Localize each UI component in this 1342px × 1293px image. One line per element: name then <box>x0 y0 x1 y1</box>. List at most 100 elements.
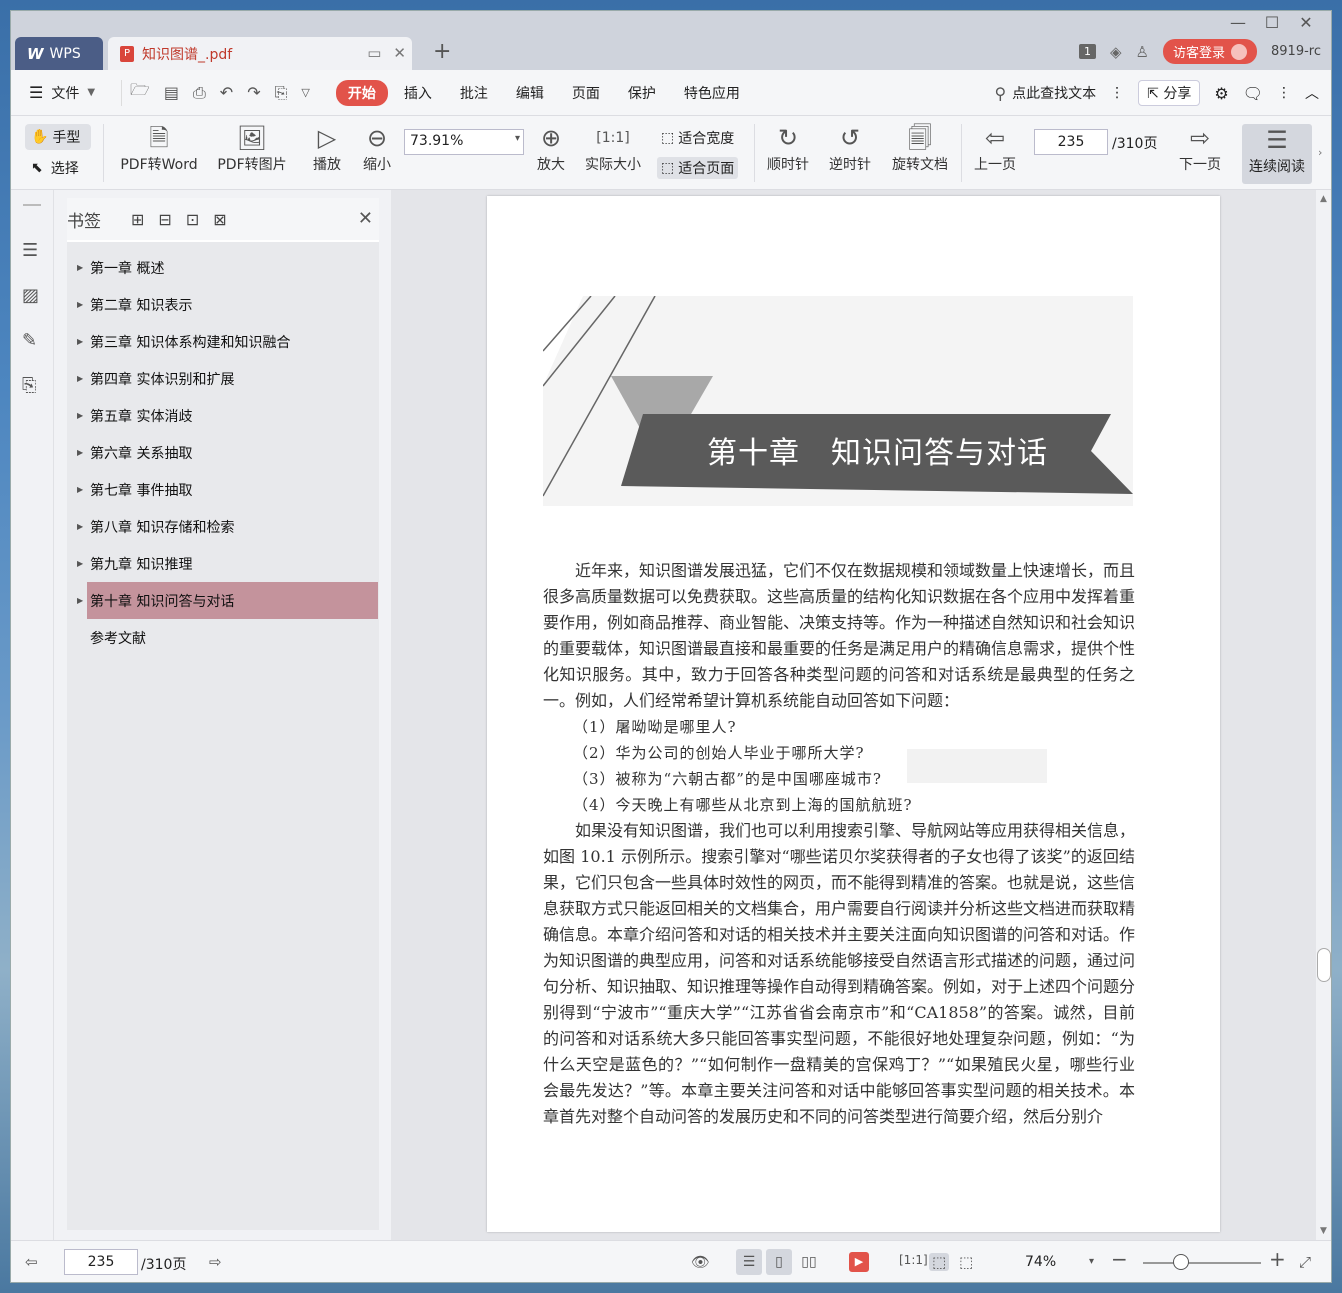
comment-icon[interactable]: 🗨 <box>1243 84 1263 103</box>
fit-page-status-icon[interactable]: ⬚ <box>929 1253 950 1271</box>
skin-icon[interactable]: ◈ <box>1110 43 1122 61</box>
bookmark-options-icon[interactable]: ⊠ <box>213 210 226 229</box>
maximize-icon[interactable]: ☐ <box>1255 13 1289 37</box>
rotate-document-button[interactable]: 🗐 旋转文档 <box>887 122 953 174</box>
scroll-down-icon[interactable]: ▼ <box>1320 1226 1327 1236</box>
zoom-out-button[interactable]: ⊖ 缩小 <box>357 122 397 174</box>
expand-arrow-icon[interactable]: ▶ <box>77 448 83 457</box>
bookmark-item[interactable]: ▶ 第四章 实体识别和扩展 <box>67 360 379 397</box>
zoom-slider-knob[interactable] <box>1173 1254 1189 1270</box>
fit-page-button[interactable]: ⬚ 适合页面 <box>657 157 739 179</box>
actual-size-status-icon[interactable]: [1:1] <box>899 1253 928 1267</box>
bookmark-item[interactable]: ▶ 第七章 事件抽取 <box>67 471 379 508</box>
expand-arrow-icon[interactable]: ▶ <box>77 300 83 309</box>
undo-icon[interactable]: ↶ <box>220 83 233 102</box>
bookmark-item[interactable]: ▶ 第九章 知识推理 <box>67 545 379 582</box>
rotate-clockwise-button[interactable]: ↻ 顺时针 <box>761 122 815 174</box>
play-button[interactable]: ▷ 播放 <box>307 122 347 174</box>
bookmark-item-selected[interactable]: ▶ 第十章 知识问答与对话 <box>77 582 378 619</box>
bookmark-item[interactable]: 参考文献 <box>67 619 379 656</box>
toolbar-scroll-right-icon[interactable]: › <box>1318 146 1322 159</box>
tab-annotate[interactable]: 批注 <box>448 80 500 106</box>
expand-arrow-icon[interactable]: ▶ <box>77 411 83 420</box>
hand-tool-button[interactable]: ✋ 手型 <box>25 124 91 150</box>
annotation-icon[interactable]: ✎ <box>22 330 37 351</box>
shirt-icon[interactable]: ♙ <box>1136 43 1149 61</box>
continuous-view-icon[interactable]: ☰ <box>736 1249 762 1275</box>
window-count-badge[interactable]: 1 <box>1079 44 1096 59</box>
document-viewer[interactable]: 第十章 知识问答与对话 近年来，知识图谱发展迅猛，它们不仅在数据规模和领域数量上… <box>391 190 1316 1240</box>
previous-page-button[interactable]: ⇦ 上一页 <box>969 122 1021 174</box>
actual-size-button[interactable]: [1:1] 实际大小 <box>581 122 645 174</box>
single-page-view-icon[interactable]: ▯ <box>766 1249 792 1275</box>
tab-document[interactable]: P 知识图谱_.pdf ▭ ✕ <box>108 37 412 70</box>
new-tab-button[interactable]: + <box>433 39 451 64</box>
expand-arrow-icon[interactable]: ▶ <box>77 596 83 605</box>
bookmark-item[interactable]: ▶ 第三章 知识体系构建和知识融合 <box>67 323 379 360</box>
zoom-dropdown-icon[interactable]: ▾ <box>1089 1256 1094 1267</box>
monitor-icon[interactable]: ▭ <box>367 44 381 62</box>
next-page-arrow-icon[interactable]: ⇨ <box>209 1253 222 1271</box>
print-icon[interactable]: ⎙ <box>193 83 206 103</box>
fit-width-status-icon[interactable]: ⬚ <box>959 1253 973 1271</box>
bookmark-list-icon[interactable]: ☰ <box>22 240 38 261</box>
share-button[interactable]: ⇱ 分享 <box>1138 80 1201 106</box>
play-slideshow-icon[interactable]: ▶ <box>849 1252 869 1272</box>
zoom-level-select[interactable]: 73.91% ▾ <box>404 129 524 155</box>
eye-protection-icon[interactable]: 👁 <box>691 1253 710 1271</box>
continuous-reading-button[interactable]: ☰ 连续阅读 <box>1242 124 1312 184</box>
pdf-to-image-button[interactable]: 🖼 PDF转图片 <box>213 122 291 174</box>
more-options-icon[interactable]: ⋮ <box>1277 85 1291 101</box>
select-tool-button[interactable]: ⬉ 选择 <box>31 158 79 178</box>
scrollbar-thumb[interactable] <box>1317 948 1331 982</box>
zoom-out-status-icon[interactable]: − <box>1111 1247 1128 1271</box>
bookmark-item[interactable]: ▶ 第五章 实体消歧 <box>67 397 379 434</box>
prev-page-arrow-icon[interactable]: ⇦ <box>25 1253 38 1271</box>
pdf-page[interactable]: 第十章 知识问答与对话 近年来，知识图谱发展迅猛，它们不仅在数据规模和领域数量上… <box>487 196 1220 1232</box>
expand-arrow-icon[interactable]: ▶ <box>77 337 83 346</box>
bookmark-item[interactable]: ▶ 第一章 概述 <box>67 249 379 286</box>
tab-protect[interactable]: 保护 <box>616 80 668 106</box>
more-vertical-icon[interactable]: ⋮ <box>1110 85 1124 101</box>
thumbnail-icon[interactable]: ▨ <box>22 285 39 306</box>
more-dropdown-icon[interactable]: ▽ <box>301 86 309 99</box>
vertical-scrollbar[interactable]: ▲ ▼ <box>1316 190 1331 1240</box>
bookmark-item[interactable]: ▶ 第二章 知识表示 <box>67 286 379 323</box>
bookmark-item[interactable]: ▶ 第六章 关系抽取 <box>67 434 379 471</box>
collapse-ribbon-icon[interactable]: ︿ <box>1305 83 1319 103</box>
next-page-button[interactable]: ⇨ 下一页 <box>1173 122 1227 174</box>
bookmark-item[interactable]: ▶ 第八章 知识存储和检索 <box>67 508 379 545</box>
fullscreen-icon[interactable]: ⤢ <box>1299 1253 1311 1271</box>
expand-arrow-icon[interactable]: ▶ <box>77 263 83 272</box>
tab-start[interactable]: 开始 <box>335 79 388 106</box>
close-tab-icon[interactable]: ✕ <box>393 44 406 62</box>
expand-arrow-icon[interactable]: ▶ <box>77 522 83 531</box>
zoom-in-button[interactable]: ⊕ 放大 <box>531 122 571 174</box>
page-number-input[interactable]: 235 <box>1034 129 1108 155</box>
expand-arrow-icon[interactable]: ▶ <box>77 559 83 568</box>
export-icon[interactable]: ⎘ <box>275 83 288 103</box>
redo-icon[interactable]: ↷ <box>247 83 260 102</box>
tab-page[interactable]: 页面 <box>560 80 612 106</box>
tab-wps-home[interactable]: W WPS <box>15 37 103 70</box>
open-folder-icon[interactable]: 🗁 <box>130 79 150 106</box>
expand-arrow-icon[interactable]: ▶ <box>77 485 83 494</box>
add-bookmark-icon[interactable]: ⊡ <box>186 210 199 229</box>
status-page-input[interactable]: 235 <box>64 1249 138 1275</box>
save-icon[interactable]: ▤ <box>164 83 179 102</box>
tab-special-apps[interactable]: 特色应用 <box>672 80 752 106</box>
collapse-all-icon[interactable]: ⊟ <box>158 210 171 229</box>
zoom-slider-track[interactable] <box>1143 1262 1261 1264</box>
status-zoom-value[interactable]: 74% <box>1025 1254 1056 1270</box>
expand-arrow-icon[interactable]: ▶ <box>77 374 83 383</box>
tab-insert[interactable]: 插入 <box>392 80 444 106</box>
login-button[interactable]: 访客登录 <box>1163 39 1258 64</box>
zoom-in-status-icon[interactable]: + <box>1269 1247 1286 1271</box>
tab-edit[interactable]: 编辑 <box>504 80 556 106</box>
expand-all-icon[interactable]: ⊞ <box>131 210 144 229</box>
file-menu-button[interactable]: ☰ 文件 ▼ <box>11 83 121 103</box>
pdf-to-word-button[interactable]: 🗎 PDF转Word <box>113 122 205 174</box>
rotate-counterclockwise-button[interactable]: ↺ 逆时针 <box>823 122 877 174</box>
minimize-icon[interactable]: — <box>1221 13 1255 37</box>
close-window-icon[interactable]: ✕ <box>1289 13 1323 37</box>
